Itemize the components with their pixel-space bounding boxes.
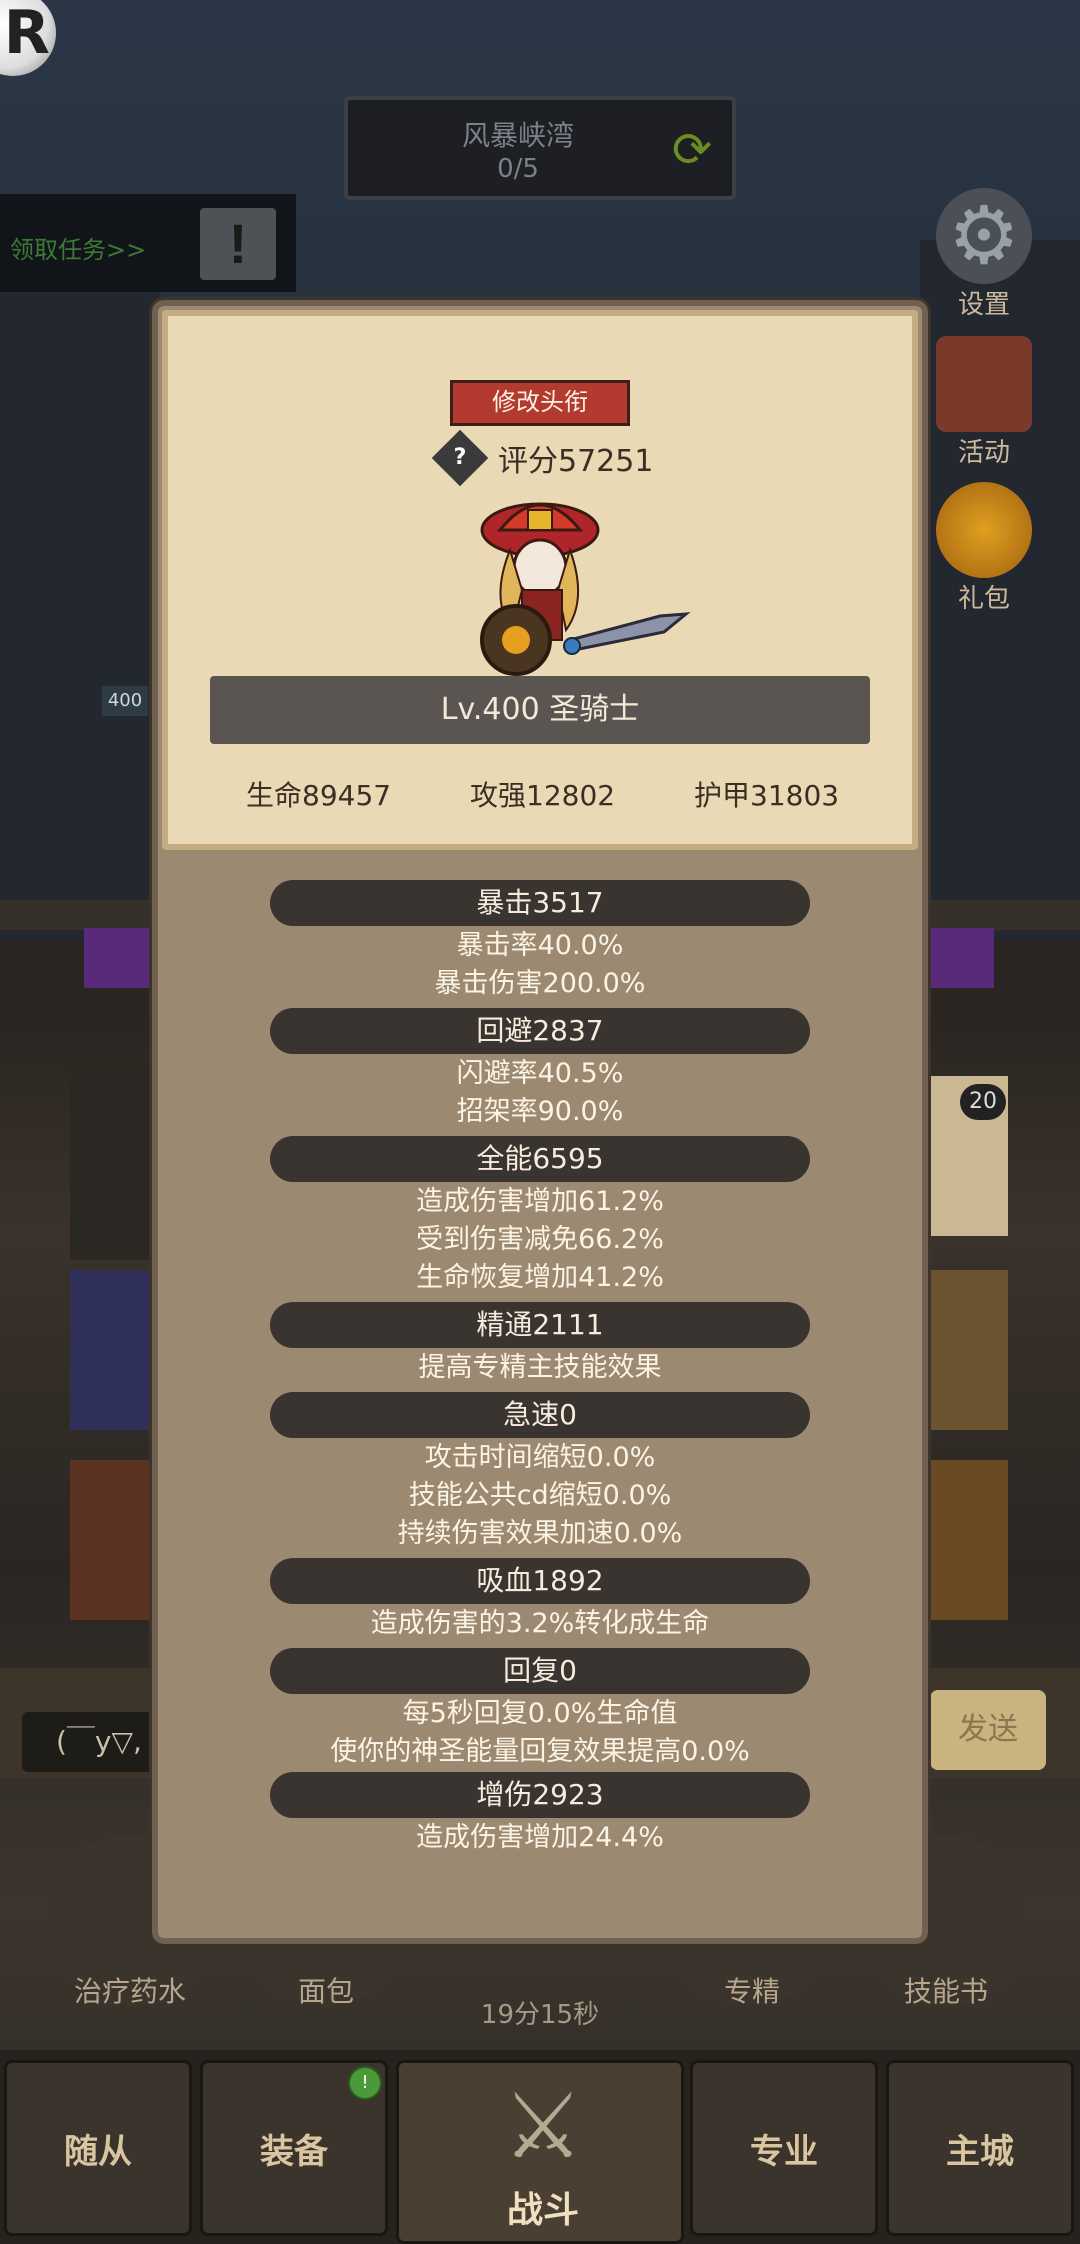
quest-link[interactable]: 领取任务>> bbox=[10, 230, 146, 265]
stat-header-lifesteal: 吸血1892 bbox=[270, 1558, 810, 1604]
gift-label: 礼包 bbox=[957, 584, 1010, 614]
send-button[interactable]: 发送 bbox=[930, 1690, 1046, 1770]
stat-line: 生命恢复增加41.2% bbox=[416, 1262, 664, 1293]
nav-battle-label: 战斗 bbox=[506, 2190, 579, 2231]
slot-right-2 bbox=[928, 1270, 1008, 1430]
stat-line: 提高专精主技能效果 bbox=[418, 1352, 662, 1383]
nav-main-city[interactable]: 主城 bbox=[886, 2060, 1074, 2236]
slot-left-2 bbox=[70, 1270, 160, 1430]
gear-icon: ⚙ bbox=[936, 188, 1032, 284]
edit-title-button[interactable]: 修改头衔 bbox=[450, 380, 630, 426]
stat-header-dodge: 回避2837 bbox=[270, 1008, 810, 1054]
stat-header-haste: 急速0 bbox=[270, 1392, 810, 1438]
calendar-icon bbox=[936, 336, 1032, 432]
notice-dot: ! bbox=[348, 2066, 382, 2100]
stage-progress: 0/5 bbox=[497, 154, 539, 184]
help-icon[interactable]: ? bbox=[431, 429, 489, 487]
stat-line: 造成伤害增加61.2% bbox=[416, 1186, 664, 1217]
bread-label: 面包 bbox=[297, 1975, 354, 2008]
app-logo[interactable]: R bbox=[0, 0, 56, 76]
stat-header-versatility: 全能6595 bbox=[270, 1136, 810, 1182]
level-badge: 400 bbox=[102, 686, 148, 716]
hp-stat: 生命89457 bbox=[246, 779, 392, 812]
alert-icon[interactable]: ! bbox=[200, 208, 276, 280]
settings-button[interactable]: ⚙ 设置 bbox=[924, 188, 1044, 321]
stat-line: 攻击时间缩短0.0% bbox=[424, 1442, 656, 1473]
stat-line: 每5秒回复0.0%生命值 bbox=[402, 1698, 678, 1729]
stat-header-crit: 暴击3517 bbox=[270, 880, 810, 926]
purple-bar-right bbox=[928, 928, 994, 988]
refresh-icon[interactable]: ⟳ bbox=[664, 122, 720, 178]
crossed-swords-icon: ⚔ bbox=[502, 2074, 584, 2179]
stat-line: 造成伤害增加24.4% bbox=[416, 1822, 664, 1853]
stage-box: 风暴峡湾 0/5 ⟳ bbox=[344, 96, 736, 200]
stat-header-damage-bonus: 增伤2923 bbox=[270, 1772, 810, 1818]
armor-stat: 护甲31803 bbox=[694, 779, 840, 812]
stat-header-regen: 回复0 bbox=[270, 1648, 810, 1694]
gift-button[interactable]: 礼包 bbox=[924, 482, 1044, 615]
stat-line: 闪避率40.5% bbox=[456, 1058, 624, 1089]
events-button[interactable]: 活动 bbox=[924, 336, 1044, 469]
stat-line: 受到伤害减免66.2% bbox=[416, 1224, 664, 1255]
stat-line: 技能公共cd缩短0.0% bbox=[408, 1480, 672, 1511]
nav-followers[interactable]: 随从 bbox=[4, 2060, 192, 2236]
attack-stat: 攻强12802 bbox=[470, 779, 616, 812]
stat-line: 使你的神圣能量回复效果提高0.0% bbox=[330, 1736, 750, 1767]
item-count-badge: 20 bbox=[960, 1084, 1006, 1120]
stat-header-mastery: 精通2111 bbox=[270, 1302, 810, 1348]
nav-profession[interactable]: 专业 bbox=[690, 2060, 878, 2236]
stat-line: 招架率90.0% bbox=[456, 1096, 624, 1127]
timer: 19分15秒 bbox=[480, 2000, 600, 2030]
settings-label: 设置 bbox=[957, 290, 1010, 320]
castle-left bbox=[0, 220, 160, 940]
score: 评分57251 bbox=[498, 444, 654, 479]
events-label: 活动 bbox=[957, 438, 1010, 468]
level-title-bar: Lv.400 圣骑士 bbox=[210, 676, 870, 744]
gift-icon bbox=[936, 482, 1032, 578]
potion-label: 治疗药水 bbox=[73, 1975, 186, 2008]
stage-name: 风暴峡湾 bbox=[461, 119, 574, 152]
slot-left-1 bbox=[70, 1060, 160, 1260]
slot-right-3 bbox=[928, 1460, 1008, 1620]
purple-bar-left bbox=[84, 928, 154, 988]
stat-line: 造成伤害的3.2%转化成生命 bbox=[370, 1608, 710, 1639]
skillbook-label: 技能书 bbox=[903, 1975, 988, 2008]
stat-line: 暴击率40.0% bbox=[456, 930, 624, 961]
stat-line: 持续伤害效果加速0.0% bbox=[397, 1518, 683, 1549]
paladin-avatar bbox=[480, 502, 691, 676]
spec-label: 专精 bbox=[723, 1975, 780, 2008]
nav-battle[interactable]: ⚔ 战斗 bbox=[396, 2060, 684, 2244]
slot-left-3 bbox=[70, 1460, 160, 1620]
stat-line: 暴击伤害200.0% bbox=[434, 968, 646, 999]
